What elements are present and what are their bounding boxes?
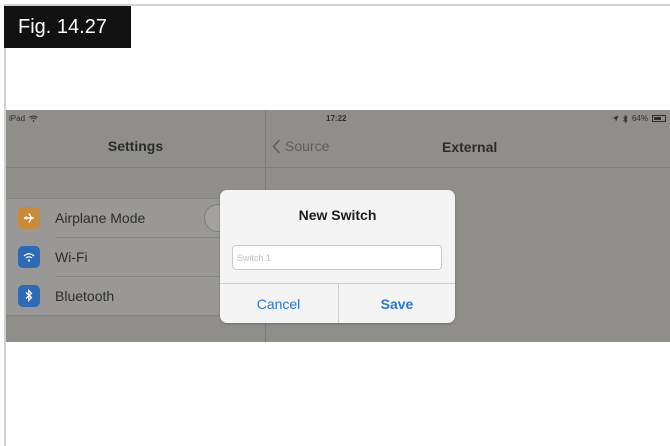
settings-item-label: Bluetooth [55, 288, 115, 304]
figure-label: Fig. 14.27 [4, 6, 131, 48]
detail-title: External [442, 139, 498, 155]
dialog-title: New Switch [298, 207, 377, 223]
wifi-icon [18, 246, 40, 268]
back-button-label: Source [285, 138, 330, 154]
settings-title: Settings [107, 138, 164, 154]
new-switch-dialog: New Switch Cancel Save [220, 190, 455, 323]
settings-item-label: Wi-Fi [55, 249, 88, 265]
switch-name-input[interactable] [232, 245, 442, 270]
settings-item-label: Airplane Mode [55, 210, 146, 226]
save-button[interactable]: Save [339, 284, 455, 323]
bluetooth-icon [18, 285, 40, 307]
airplane-icon [18, 207, 40, 229]
chevron-left-icon [272, 138, 281, 154]
cancel-button[interactable]: Cancel [220, 284, 337, 323]
back-button[interactable]: Source [272, 138, 329, 154]
